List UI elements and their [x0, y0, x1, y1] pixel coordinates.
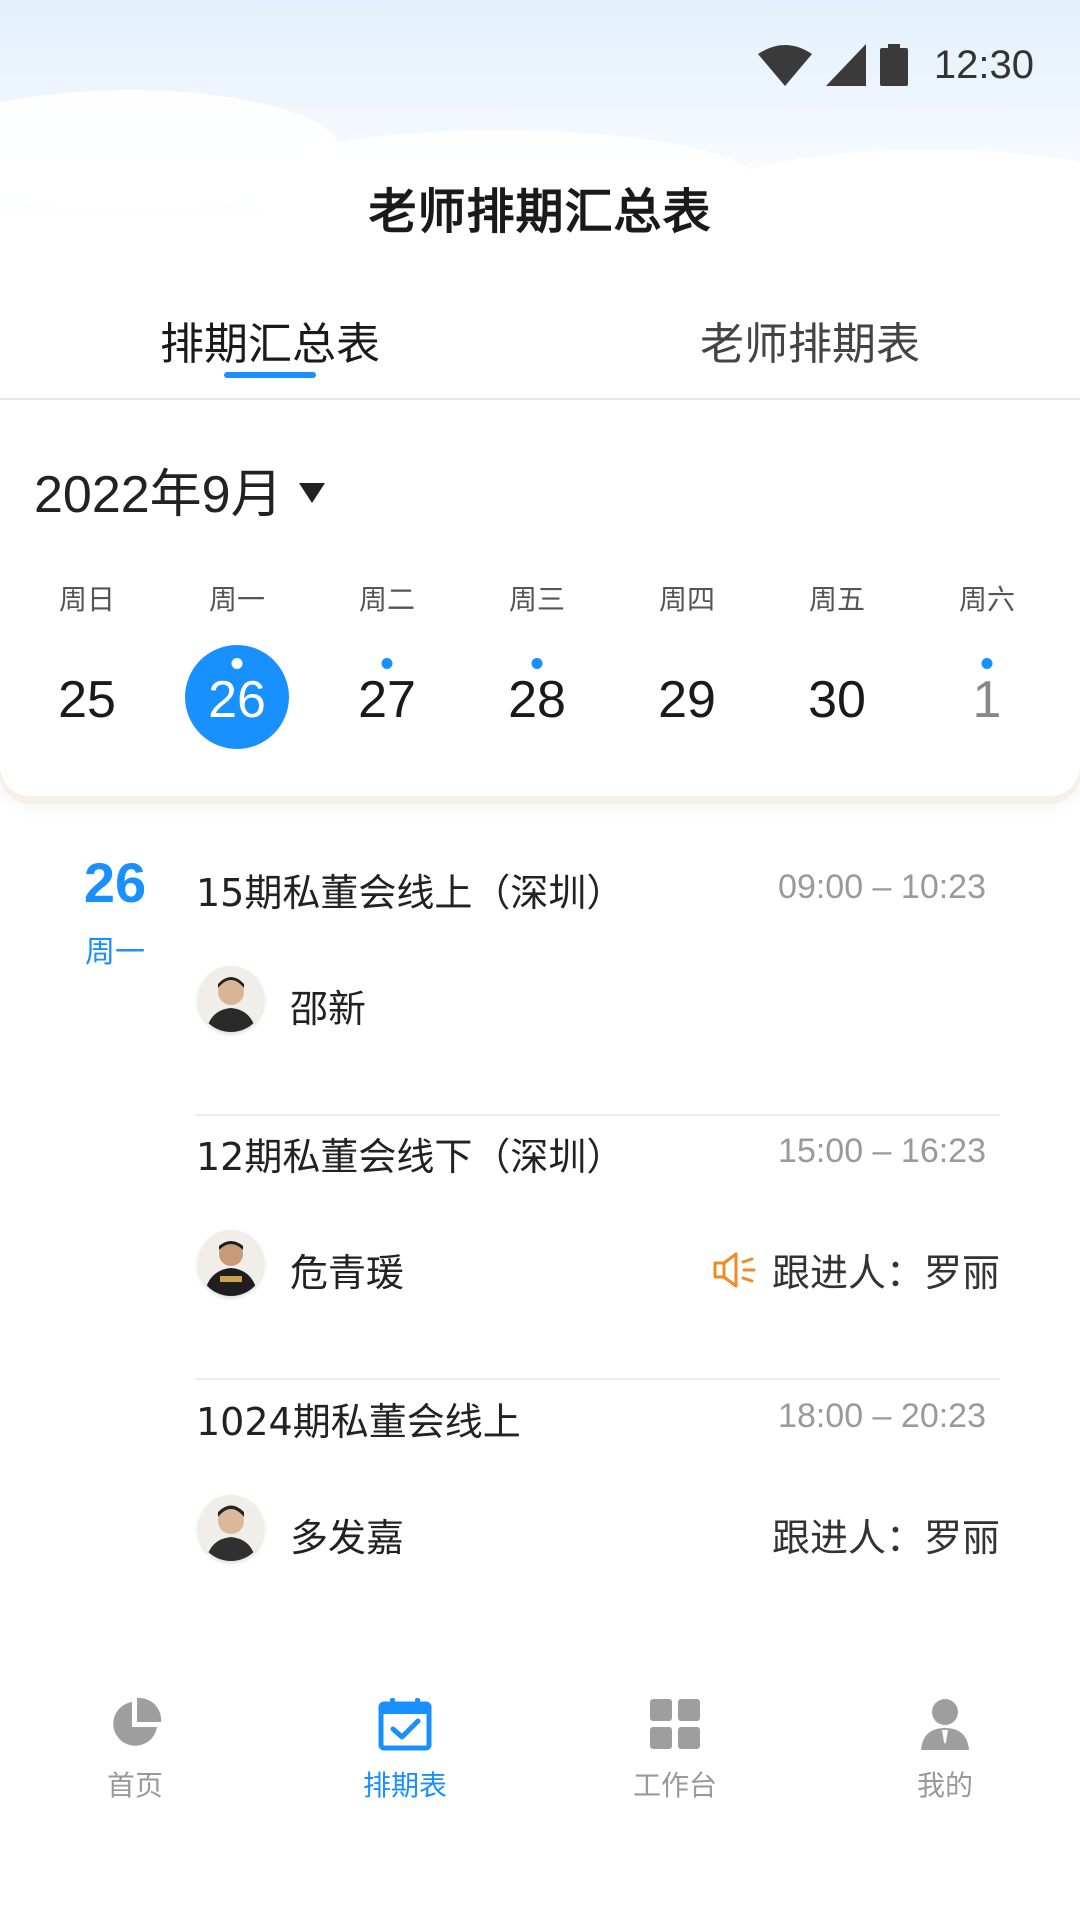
schedule-item[interactable]: 1024期私董会线上 18:00 – 20:23 多发嘉 跟进人： 罗丽 — [196, 1381, 1000, 1621]
divider — [196, 1378, 1000, 1380]
calendar-card: 2022年9月 周日 25 周一 26 周二 27 周三 28 周四 29 周五… — [0, 400, 1080, 796]
event-dot — [981, 658, 993, 669]
event-dot — [531, 658, 543, 669]
weekday-label: 周一 — [208, 583, 265, 616]
nav-label: 排期表 — [362, 1769, 447, 1802]
date-number: 30 — [808, 671, 866, 729]
tab-schedule-summary[interactable]: 排期汇总表 — [0, 300, 540, 398]
follow-up-info: 跟进人： 罗丽 — [712, 1242, 1000, 1297]
date-number: 26 — [208, 671, 266, 729]
date-number: 29 — [658, 671, 716, 729]
status-bar: 12:30 — [757, 40, 1034, 90]
nav-schedule[interactable]: 排期表 — [270, 1688, 540, 1828]
teacher-name: 多发嘉 — [290, 1516, 405, 1560]
avatar — [198, 1495, 264, 1561]
teacher-name: 邵新 — [290, 987, 367, 1031]
nav-workbench[interactable]: 工作台 — [540, 1688, 810, 1828]
nav-profile[interactable]: 我的 — [810, 1688, 1080, 1828]
follow-up-info: 跟进人： 罗丽 — [772, 1507, 1000, 1562]
battery-icon — [879, 44, 908, 86]
calendar-check-icon — [378, 1698, 432, 1751]
grid-icon — [650, 1699, 700, 1749]
day-cell-selected[interactable]: 周一 26 — [162, 580, 312, 780]
teacher-name: 危青瑗 — [290, 1251, 405, 1295]
event-title: 12期私董会线下（深圳） — [196, 1135, 625, 1179]
nav-label: 首页 — [106, 1769, 163, 1802]
signal-icon — [825, 44, 866, 86]
date-number: 25 — [58, 671, 116, 729]
follow-label: 跟进人： — [771, 1251, 924, 1295]
tab-label: 老师排期表 — [700, 319, 920, 370]
date-number: 27 — [358, 671, 416, 729]
weekday-label: 周五 — [808, 583, 865, 616]
event-title: 1024期私董会线上 — [196, 1400, 521, 1444]
event-time: 15:00 – 16:23 — [778, 1132, 986, 1170]
day-cell[interactable]: 周六 1 — [912, 580, 1062, 780]
schedule-weekday: 周一 — [85, 935, 145, 970]
event-time: 18:00 – 20:23 — [778, 1397, 986, 1435]
caret-down-icon — [298, 482, 325, 503]
schedule-day-number: 26 — [83, 851, 147, 914]
month-picker[interactable]: 2022年9月 — [34, 452, 325, 527]
nav-home[interactable]: 首页 — [0, 1688, 270, 1828]
schedule-item[interactable]: 15期私董会线上（深圳） 09:00 – 10:23 邵新 — [196, 852, 1000, 1116]
weekday-label: 周日 — [58, 583, 115, 616]
day-cell[interactable]: 周日 25 — [12, 580, 162, 780]
day-cell[interactable]: 周三 28 — [462, 580, 612, 780]
follow-person: 罗丽 — [923, 1516, 1000, 1560]
page-title: 老师排期汇总表 — [368, 184, 712, 240]
nav-label: 我的 — [916, 1769, 973, 1802]
event-title: 15期私董会线上（深圳） — [196, 871, 625, 915]
tab-teacher-schedule[interactable]: 老师排期表 — [540, 300, 1080, 398]
weekday-label: 周二 — [358, 583, 415, 616]
weekday-label: 周六 — [958, 583, 1015, 616]
avatar — [198, 966, 264, 1032]
nav-label: 工作台 — [632, 1769, 717, 1802]
date-number: 1 — [972, 671, 1002, 729]
follow-person: 罗丽 — [923, 1251, 1000, 1295]
schedule-item[interactable]: 12期私董会线下（深圳） 15:00 – 16:23 危青瑗 跟进人： 罗丽 — [196, 1116, 1000, 1380]
tab-bar: 排期汇总表 老师排期表 — [0, 300, 1080, 400]
wifi-icon — [757, 45, 812, 86]
status-time: 12:30 — [933, 42, 1034, 87]
schedule-date: 26 周一 — [80, 850, 150, 971]
event-dot — [231, 658, 243, 669]
month-label: 2022年9月 — [34, 466, 283, 524]
event-time: 09:00 – 10:23 — [778, 868, 986, 906]
weekday-label: 周四 — [658, 583, 715, 616]
follow-label: 跟进人： — [771, 1516, 924, 1560]
bottom-nav: 首页 排期表 工作台 我的 — [0, 1688, 1080, 1828]
day-cell[interactable]: 周五 30 — [762, 580, 912, 780]
date-number: 28 — [508, 671, 566, 729]
tab-active-indicator — [224, 372, 316, 378]
avatar — [198, 1230, 264, 1296]
user-icon — [921, 1699, 969, 1750]
event-dot — [381, 658, 393, 669]
week-row: 周日 25 周一 26 周二 27 周三 28 周四 29 周五 30 周六 1 — [0, 580, 1080, 780]
megaphone-icon — [713, 1252, 756, 1287]
weekday-label: 周三 — [508, 583, 565, 616]
day-cell[interactable]: 周四 29 — [612, 580, 762, 780]
day-cell[interactable]: 周二 27 — [312, 580, 462, 780]
pie-chart-icon — [113, 1697, 162, 1746]
tab-label: 排期汇总表 — [160, 319, 380, 370]
